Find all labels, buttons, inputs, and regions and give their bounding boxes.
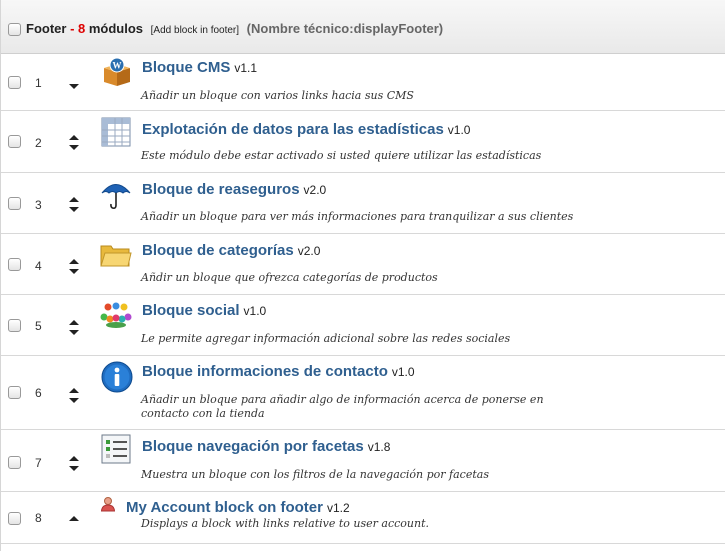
module-checkbox[interactable] (8, 319, 21, 332)
module-checkbox[interactable] (8, 258, 21, 271)
module-title[interactable]: Bloque de categorías v2.0 (142, 242, 320, 259)
move-down-arrow[interactable] (69, 330, 79, 335)
module-title-text[interactable]: Bloque CMS (142, 59, 230, 76)
module-checkbox[interactable] (8, 76, 21, 89)
module-version: v2.0 (303, 183, 327, 197)
module-position: 8 (35, 511, 42, 525)
module-version: v1.2 (326, 501, 350, 515)
hook-panel: Footer - 8 módulos [Add block in footer]… (0, 0, 725, 551)
module-position: 4 (35, 259, 42, 273)
module-title-text[interactable]: Bloque navegación por facetas (142, 438, 364, 455)
module-count-suffix: módulos (85, 21, 144, 36)
user-icon (100, 496, 116, 517)
technical-name: (Nombre técnico:displayFooter) (246, 21, 444, 36)
select-all-checkbox[interactable] (8, 23, 21, 36)
module-row: 3 Bloque de reaseguros v2.0 Añadir un blo… (1, 173, 725, 234)
move-down-arrow[interactable] (69, 466, 79, 471)
module-row: 2 Explotación de datos para las estadíst… (1, 111, 725, 173)
module-description: Muestra un bloque con los filtros de la … (141, 468, 489, 481)
module-version: v1.1 (234, 61, 258, 75)
module-title[interactable]: Explotación de datos para las estadístic… (142, 121, 470, 138)
move-up-arrow[interactable] (69, 320, 79, 325)
module-version: v2.0 (297, 244, 321, 258)
module-version: v1.0 (447, 123, 471, 137)
module-position: 1 (35, 76, 42, 90)
module-row: 8 My Account block on footer v1.2 Display… (1, 492, 725, 544)
hook-name: Footer (26, 21, 67, 36)
move-down-arrow[interactable] (69, 207, 79, 212)
module-checkbox[interactable] (8, 197, 21, 210)
move-down-arrow[interactable] (69, 84, 79, 89)
hook-title: Footer - 8 módulos [Add block in footer]… (26, 21, 443, 36)
module-position: 5 (35, 319, 42, 333)
module-description: Este módulo debe estar activado si usted… (141, 149, 542, 162)
module-version: v1.8 (367, 440, 391, 454)
module-title-text[interactable]: Bloque de reaseguros (142, 181, 300, 198)
module-checkbox[interactable] (8, 386, 21, 399)
hook-separator: - (66, 21, 79, 36)
info-icon (101, 361, 133, 398)
module-version: v1.0 (243, 304, 267, 318)
hook-header: Footer - 8 módulos [Add block in footer]… (1, 0, 725, 54)
cms-box-icon: W (101, 57, 133, 92)
move-up-arrow[interactable] (69, 259, 79, 264)
module-title[interactable]: Bloque navegación por facetas v1.8 (142, 438, 390, 455)
module-row: 1 W Bloque CMS v1.1 Añadir un bloque con … (1, 54, 725, 111)
module-position: 7 (35, 456, 42, 470)
move-up-arrow[interactable] (69, 388, 79, 393)
move-down-arrow[interactable] (69, 269, 79, 274)
module-title-text[interactable]: Bloque social (142, 302, 240, 319)
module-row: 5 Bloque social v1.0 Le permite agregar i… (1, 295, 725, 356)
move-down-arrow[interactable] (69, 398, 79, 403)
module-position: 2 (35, 136, 42, 150)
umbrella-icon (100, 178, 132, 215)
module-position: 3 (35, 198, 42, 212)
faceted-list-icon (101, 434, 131, 469)
module-title-text[interactable]: Explotación de datos para las estadístic… (142, 121, 444, 138)
social-people-icon (99, 301, 133, 336)
module-description: Añdir un bloque que ofrezca categorías d… (141, 271, 438, 284)
module-row: 4 Bloque de categorías v2.0 Añdir un bloq… (1, 234, 725, 295)
move-up-arrow[interactable] (69, 516, 79, 521)
spreadsheet-icon (101, 117, 131, 152)
module-position: 6 (35, 386, 42, 400)
move-up-arrow[interactable] (69, 456, 79, 461)
module-description: Añadir un bloque para añadir algo de inf… (141, 393, 544, 420)
module-title-text[interactable]: My Account block on footer (126, 499, 323, 516)
module-title[interactable]: Bloque CMS v1.1 (142, 59, 257, 76)
module-row: 6 Bloque informaciones de contacto v1.0 A… (1, 356, 725, 430)
module-checkbox[interactable] (8, 512, 21, 525)
module-title[interactable]: Bloque social v1.0 (142, 302, 266, 319)
folder-icon (100, 242, 132, 273)
module-description: Displays a block with links relative to … (141, 517, 430, 530)
move-up-arrow[interactable] (69, 135, 79, 140)
move-down-arrow[interactable] (69, 145, 79, 150)
module-title-text[interactable]: Bloque de categorías (142, 242, 294, 259)
module-title[interactable]: Bloque de reaseguros v2.0 (142, 181, 326, 198)
move-up-arrow[interactable] (69, 197, 79, 202)
module-description: Le permite agregar información adicional… (141, 332, 511, 345)
module-title-text[interactable]: Bloque informaciones de contacto (142, 363, 388, 380)
module-checkbox[interactable] (8, 456, 21, 469)
module-title[interactable]: My Account block on footer v1.2 (126, 499, 350, 516)
module-version: v1.0 (391, 365, 415, 379)
module-title[interactable]: Bloque informaciones de contacto v1.0 (142, 363, 415, 380)
module-row: 7 Bloque navegación por facetas v1.8 Mues… (1, 430, 725, 492)
module-description: Añadir un bloque para ver más informacio… (141, 210, 574, 223)
module-checkbox[interactable] (8, 135, 21, 148)
module-description: Añadir un bloque con varios links hacia … (141, 89, 414, 102)
svg-text:W: W (113, 61, 122, 71)
add-block-link[interactable]: [Add block in footer] (151, 25, 239, 36)
